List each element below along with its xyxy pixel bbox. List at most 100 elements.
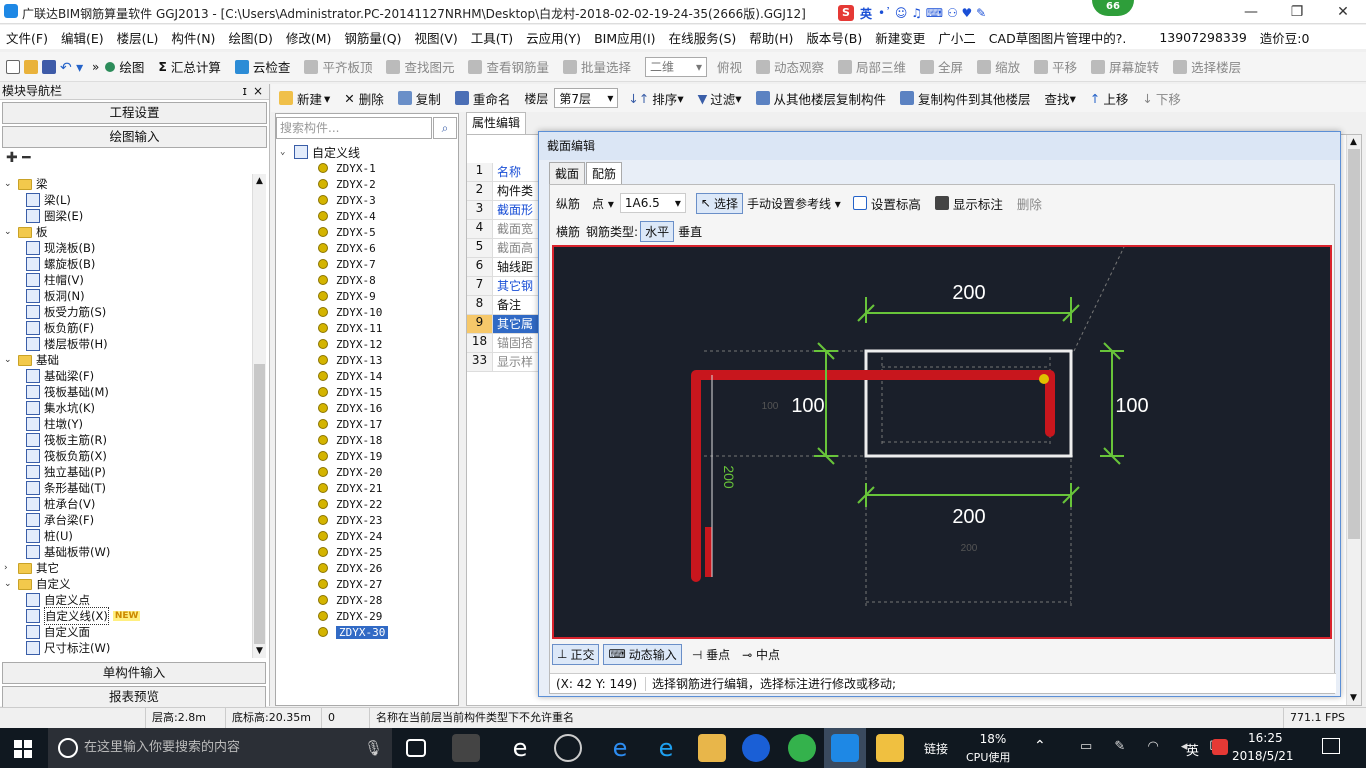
- component-item[interactable]: ZDYX-11: [280, 320, 450, 336]
- glodon-app-icon[interactable]: [831, 734, 859, 762]
- component-item[interactable]: ZDYX-15: [280, 384, 450, 400]
- cortana-icon[interactable]: [58, 738, 78, 758]
- ime-indicator[interactable]: 英: [1186, 740, 1199, 759]
- component-item[interactable]: ZDYX-6: [280, 240, 450, 256]
- menu-item-11[interactable]: 在线服务(S): [669, 28, 737, 47]
- draw-input-button[interactable]: 绘图输入: [2, 126, 267, 148]
- component-item[interactable]: ZDYX-28: [280, 592, 450, 608]
- undo-icon[interactable]: ↶ ▾: [60, 60, 88, 76]
- expand-icon[interactable]: ⌄: [4, 579, 14, 589]
- nav-tree-item[interactable]: 承台梁(F): [4, 512, 252, 528]
- tool-summary[interactable]: Σ 汇总计算: [158, 57, 221, 76]
- clock-time[interactable]: 16:25: [1248, 731, 1283, 745]
- ie2-icon[interactable]: e: [652, 734, 680, 762]
- vertical-button[interactable]: 垂直: [678, 223, 702, 240]
- rebar-line[interactable]: [691, 370, 1055, 582]
- ime-tools-icon[interactable]: •᾿ ☺ ♫ ⌨ ⚇ ♥ ✎: [878, 6, 986, 20]
- move-down-button[interactable]: ↓ 下移: [1142, 89, 1181, 108]
- set-elevation-button[interactable]: 设置标高: [852, 194, 921, 213]
- nav-scrollbar[interactable]: ▲ ▼: [252, 174, 266, 658]
- save-icon[interactable]: [42, 59, 56, 74]
- component-item[interactable]: ZDYX-23: [280, 512, 450, 528]
- nav-tree-item[interactable]: 螺旋板(B): [4, 256, 252, 272]
- rebar-segment[interactable]: [705, 527, 712, 577]
- component-item[interactable]: ZDYX-13: [280, 352, 450, 368]
- nav-tree-item[interactable]: 梁(L): [4, 192, 252, 208]
- property-scrollbar[interactable]: ▲ ▼: [1346, 135, 1361, 705]
- menu-item-16[interactable]: CAD草图图片管理中的?.: [989, 28, 1127, 47]
- menu-item-13[interactable]: 版本号(B): [806, 28, 862, 47]
- menu-item-5[interactable]: 修改(M): [286, 28, 332, 47]
- menu-item-14[interactable]: 新建变更: [875, 28, 925, 47]
- nav-tree-item[interactable]: › 其它: [4, 560, 252, 576]
- component-item[interactable]: ZDYX-18: [280, 432, 450, 448]
- chevron-up-icon[interactable]: ⌃: [1034, 738, 1046, 754]
- tool-view-rebar[interactable]: 查看钢筋量: [468, 57, 549, 76]
- delete-button[interactable]: ✕ 删除: [344, 89, 384, 108]
- expand-collapse-icons[interactable]: ✚ ━: [6, 150, 31, 166]
- tool-fullscreen[interactable]: 全屏: [920, 57, 963, 76]
- collapse-icon[interactable]: ⌄: [280, 147, 290, 157]
- copy-to-floor-button[interactable]: 复制构件到其他楼层: [900, 89, 1031, 108]
- property-row[interactable]: 7 其它钢: [467, 277, 539, 296]
- move-up-button[interactable]: ↑ 上移: [1090, 89, 1129, 108]
- menu-item-9[interactable]: 云应用(Y): [526, 28, 581, 47]
- nav-tree-item[interactable]: 板受力筋(S): [4, 304, 252, 320]
- minimize-button[interactable]: —: [1228, 0, 1274, 24]
- property-row[interactable]: 33 显示样: [467, 353, 539, 372]
- property-row[interactable]: 8 备注: [467, 296, 539, 315]
- nav-tree-item[interactable]: 筏板负筋(X): [4, 448, 252, 464]
- point-mode-select[interactable]: 点 ▾: [592, 195, 614, 212]
- tool-local-3d[interactable]: 局部三维: [838, 57, 906, 76]
- menu-item-7[interactable]: 视图(V): [414, 28, 457, 47]
- floor-select[interactable]: 第7层 ▾: [554, 88, 619, 108]
- open-file-icon[interactable]: [24, 59, 38, 74]
- component-item[interactable]: ZDYX-4: [280, 208, 450, 224]
- nav-tree-item[interactable]: ⌄ 自定义: [4, 576, 252, 592]
- nav-tree-item[interactable]: 板洞(N): [4, 288, 252, 304]
- section-canvas[interactable]: 200 200 100 100 200 100 200: [552, 245, 1332, 639]
- nav-tree-item[interactable]: 圈梁(E): [4, 208, 252, 224]
- expand-icon[interactable]: ⌄: [4, 179, 14, 189]
- pinwheel-app-icon[interactable]: [452, 734, 480, 762]
- edge-icon[interactable]: e: [606, 734, 634, 762]
- component-item[interactable]: ZDYX-9: [280, 288, 450, 304]
- component-item[interactable]: ZDYX-12: [280, 336, 450, 352]
- nav-tree-item[interactable]: 条形基础(T): [4, 480, 252, 496]
- component-item[interactable]: ZDYX-22: [280, 496, 450, 512]
- component-item[interactable]: ZDYX-2: [280, 176, 450, 192]
- taskbar-search-input[interactable]: 在这里输入你要搜索的内容: [48, 728, 392, 768]
- show-dimension-button[interactable]: 显示标注: [934, 194, 1003, 213]
- midpoint-snap[interactable]: ⊸ 中点: [742, 646, 780, 663]
- search-icon[interactable]: ⌕: [433, 117, 457, 139]
- nav-tree-item[interactable]: ⌄ 板: [4, 224, 252, 240]
- tab-rebar[interactable]: 配筋: [586, 162, 623, 184]
- nav-tree-item[interactable]: 自定义点: [4, 592, 252, 608]
- component-item[interactable]: ZDYX-29: [280, 608, 450, 624]
- menu-item-2[interactable]: 楼层(L): [117, 28, 159, 47]
- restore-button[interactable]: ❐: [1274, 0, 1320, 24]
- nav-tree-item[interactable]: 基础梁(F): [4, 368, 252, 384]
- task-view-icon[interactable]: [406, 739, 426, 757]
- nav-tree-item[interactable]: 现浇板(B): [4, 240, 252, 256]
- dynamic-input-button[interactable]: ⌨ 动态输入: [603, 643, 682, 665]
- component-item[interactable]: ZDYX-26: [280, 560, 450, 576]
- sogou-icon[interactable]: S: [838, 5, 854, 21]
- rebar-grip-point[interactable]: [1039, 374, 1049, 384]
- copy-from-floor-button[interactable]: 从其他楼层复制构件: [755, 89, 886, 108]
- property-row[interactable]: 9 其它属: [467, 315, 539, 334]
- nav-tree-item[interactable]: 自定义线(X) NEW: [4, 607, 252, 625]
- new-file-icon[interactable]: [6, 59, 20, 74]
- close-button[interactable]: ✕: [1320, 0, 1366, 24]
- ime-mode[interactable]: 英: [860, 5, 872, 22]
- tool-draw[interactable]: 绘图: [105, 57, 144, 76]
- tab-property-edit[interactable]: 属性编辑: [466, 112, 526, 134]
- nav-tree-item[interactable]: 筏板基础(M): [4, 384, 252, 400]
- property-row[interactable]: 2 构件类: [467, 182, 539, 201]
- menu-item-0[interactable]: 文件(F): [6, 28, 48, 47]
- nav-tree-item[interactable]: 尺寸标注(W): [4, 640, 252, 656]
- tool-orbit[interactable]: 动态观察: [756, 57, 824, 76]
- component-tree-root[interactable]: ⌄ 自定义线: [280, 144, 450, 160]
- nav-tree-item[interactable]: 集水坑(K): [4, 400, 252, 416]
- rename-button[interactable]: 重命名: [454, 89, 510, 108]
